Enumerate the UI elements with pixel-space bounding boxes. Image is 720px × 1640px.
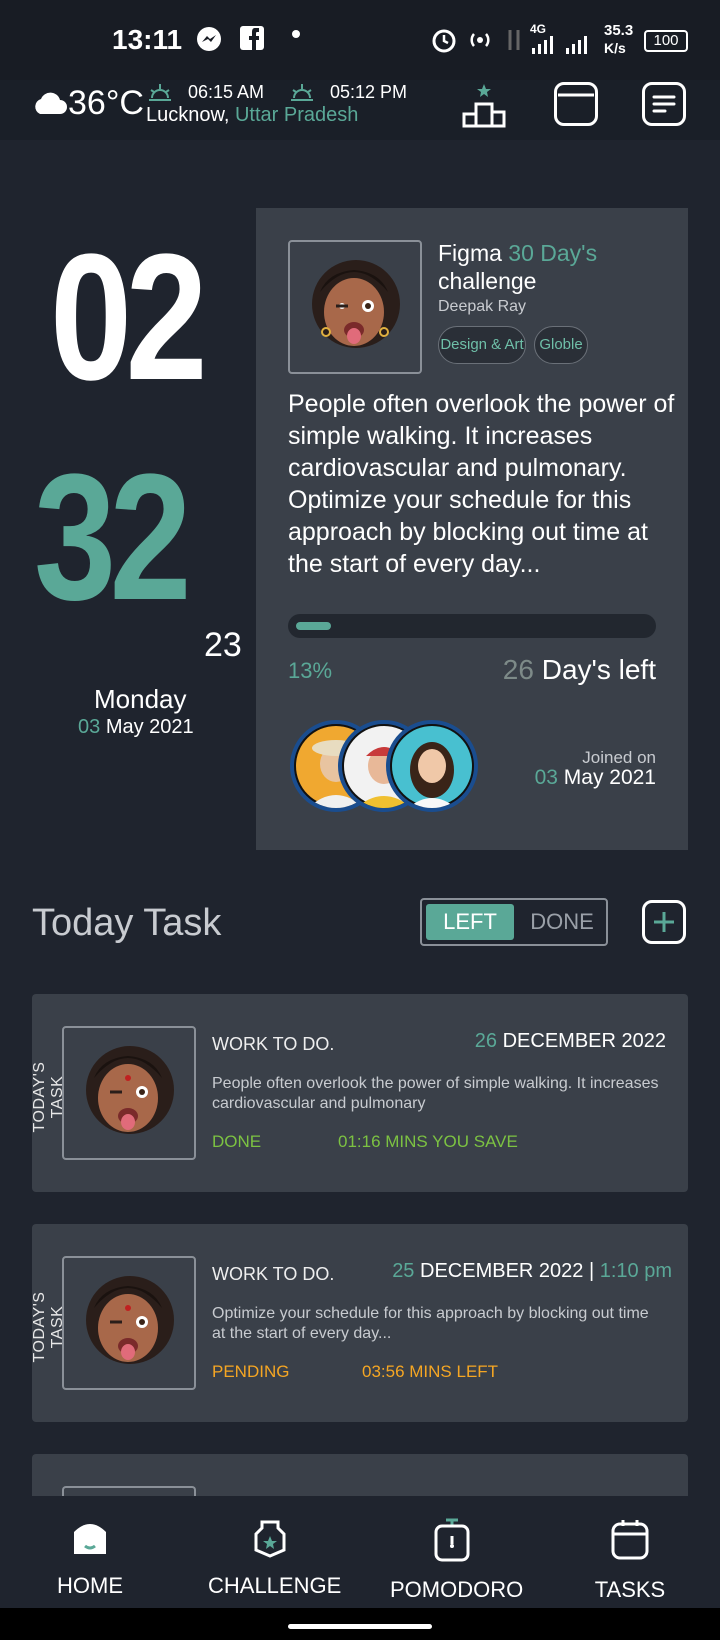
sunrise-icon	[149, 84, 171, 101]
task-date-separator: |	[588, 1260, 595, 1282]
temperature: 36°C	[68, 84, 144, 122]
battery-icon: 100	[644, 30, 688, 52]
task-title: WORK TO DO.	[212, 1034, 335, 1054]
task-date-rest: DECEMBER 2022	[420, 1260, 584, 1282]
menu-button[interactable]	[642, 82, 686, 126]
notification-dot-icon	[292, 30, 300, 38]
sunrise-time: 06:15 AM	[188, 82, 265, 102]
days-left: 26 Day's left	[503, 654, 656, 686]
challenge-progress-fill	[296, 622, 331, 630]
messenger-icon	[197, 27, 221, 51]
challenge-author: Deepak Ray	[438, 298, 527, 315]
gesture-handle[interactable]	[288, 1624, 432, 1629]
task-description: People often overlook the power of simpl…	[212, 1075, 659, 1112]
nav-home-label: HOME	[57, 1573, 123, 1598]
task-date-day: 26	[474, 1030, 498, 1052]
location-state: Uttar Pradesh	[234, 104, 359, 126]
leaderboard-icon	[462, 84, 506, 128]
plus-icon	[654, 912, 674, 932]
challenge-tag[interactable]: Globle	[534, 326, 588, 364]
task-status: PENDING	[212, 1362, 290, 1381]
weekday: Monday	[94, 684, 187, 714]
cloud-icon	[35, 92, 67, 114]
nav-tasks-label: TASKS	[594, 1577, 666, 1602]
clock-minutes: 32	[34, 437, 192, 638]
task-card[interactable]: TODAY'S TASK WORK TO DO. 26 DECEMBER 202…	[31, 994, 688, 1192]
joined-label: Joined on	[582, 748, 656, 767]
today-task-heading: Today Task	[32, 902, 222, 944]
timer-icon	[434, 1518, 470, 1562]
sunset-time: 05:12 PM	[330, 82, 408, 102]
task-date-day: 25	[392, 1260, 415, 1282]
facebook-icon	[240, 26, 264, 50]
joined-date: 03 May 2021	[535, 766, 656, 790]
calendar-icon	[558, 93, 594, 97]
joined-day: 03	[534, 766, 558, 789]
task-description: Optimize your schedule for this approach…	[212, 1305, 649, 1342]
challenge-avatar	[288, 240, 422, 374]
participant-photo-icon	[392, 726, 472, 808]
challenge-title: Figma 30 Day's	[438, 240, 597, 267]
toggle-done-button[interactable]: DONE	[520, 904, 604, 940]
task-filter-toggle: LEFT DONE	[420, 898, 608, 946]
memoji-avatar-icon	[312, 260, 400, 348]
challenge-description: People often overlook the power of simpl…	[288, 390, 675, 578]
data-transfer-icon	[508, 30, 520, 50]
nav-pomodoro-label: POMODORO	[390, 1577, 524, 1602]
task-date-time: 1:10 pm	[599, 1260, 672, 1282]
task-avatar	[62, 1256, 196, 1390]
signal-icon	[532, 36, 587, 54]
challenge-title-prefix: Figma	[438, 240, 502, 266]
challenge-progress-bar	[288, 614, 656, 638]
current-month-year: May 2021	[105, 716, 194, 738]
nav-tasks[interactable]: TASKS	[580, 1518, 680, 1603]
days-left-label: Day's left	[541, 654, 656, 685]
current-date: 03 May 2021	[78, 716, 194, 739]
challenge-badge-icon	[254, 1520, 286, 1558]
leaderboard-button[interactable]	[460, 82, 506, 128]
current-day: 03	[78, 716, 101, 738]
days-left-number: 26	[502, 654, 534, 685]
toggle-left-button[interactable]: LEFT	[426, 904, 514, 940]
nav-home[interactable]: HOME	[40, 1518, 140, 1599]
task-date: 25 DECEMBER 2022 | 1:10 pm	[392, 1260, 672, 1283]
task-status: DONE	[212, 1132, 262, 1151]
location-city: Lucknow,	[146, 104, 230, 126]
challenge-tag[interactable]: Design & Art	[438, 326, 526, 364]
challenge-progress-label: 13%	[288, 658, 333, 683]
status-bar: 13:11 4G 35.3 K/s 100	[0, 0, 720, 80]
clock-seconds: 23	[204, 626, 242, 664]
memoji-avatar-icon	[86, 1046, 174, 1134]
net-speed-value: 35.3	[604, 22, 634, 39]
challenge-title-suffix: challenge	[438, 268, 537, 294]
menu-list-icon	[652, 95, 676, 113]
net-speed-unit: K/s	[604, 40, 626, 56]
battery-level: 100	[653, 32, 679, 49]
challenge-title-highlight: 30 Day's	[508, 240, 598, 266]
memoji-avatar-icon	[86, 1276, 174, 1364]
location: Lucknow, Uttar Pradesh	[146, 104, 358, 127]
task-avatar	[62, 1026, 196, 1160]
hotspot-icon	[470, 33, 490, 47]
status-time: 13:11	[112, 24, 183, 55]
sunset-icon	[291, 84, 313, 101]
participant-avatar[interactable]	[386, 720, 478, 812]
clock-hours: 02	[50, 217, 208, 418]
add-task-button[interactable]	[642, 900, 686, 944]
nav-pomodoro[interactable]: POMODORO	[390, 1518, 524, 1603]
task-date-rest: DECEMBER 2022	[502, 1030, 666, 1052]
nav-challenge-label: CHALLENGE	[208, 1573, 342, 1598]
alarm-icon	[432, 29, 456, 53]
task-title: WORK TO DO.	[212, 1264, 335, 1284]
task-card[interactable]: TODAY'S TASK WORK TO DO. 25 DECEMBER 202…	[31, 1224, 688, 1422]
joined-month-year: May 2021	[563, 766, 656, 789]
home-icon	[74, 1524, 106, 1554]
task-time-info: 03:56 MINS LEFT	[362, 1362, 499, 1381]
task-time-info: 01:16 MINS YOU SAVE	[338, 1132, 518, 1151]
task-date: 26 DECEMBER 2022	[475, 1030, 666, 1053]
calendar-button[interactable]	[554, 82, 598, 126]
tasks-calendar-icon	[611, 1520, 649, 1560]
nav-challenge[interactable]: CHALLENGE	[208, 1518, 342, 1599]
